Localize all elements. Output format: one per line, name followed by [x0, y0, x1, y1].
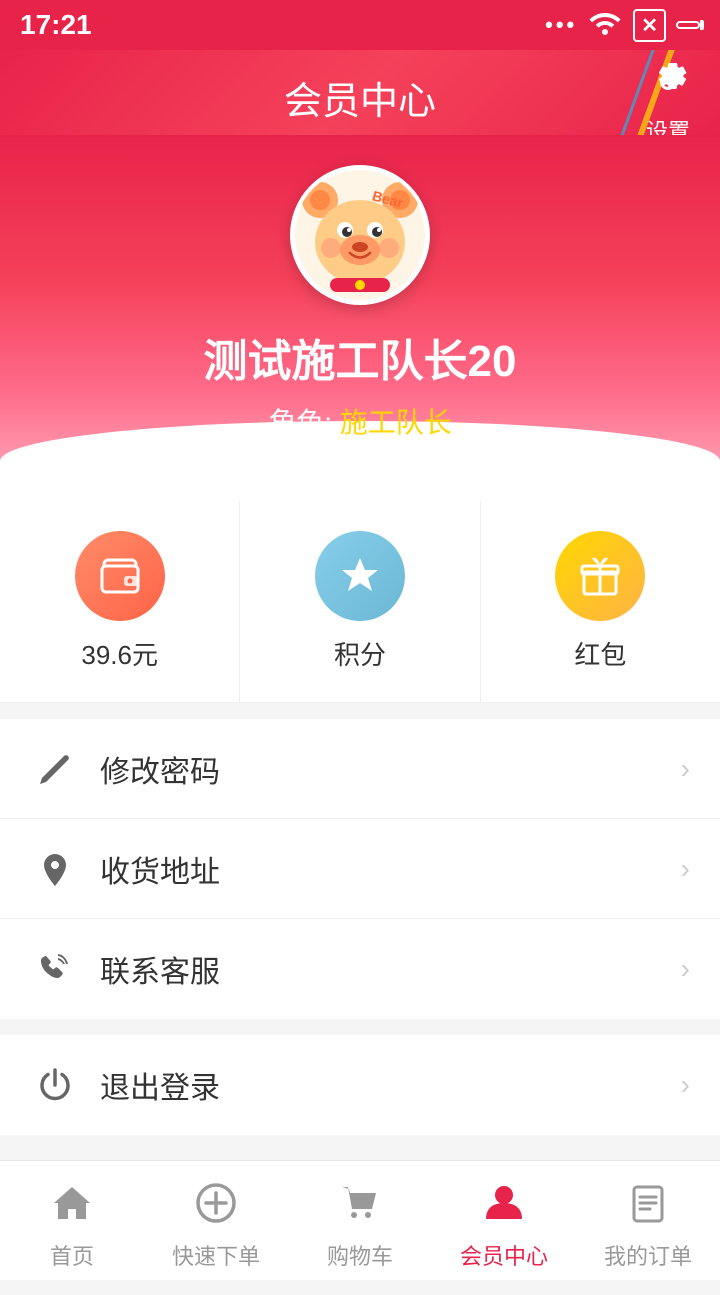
- role-value: 施工队长: [340, 407, 452, 438]
- phone-icon: [30, 950, 80, 988]
- stat-wallet[interactable]: 39.6元: [0, 501, 240, 702]
- arrow-icon: ›: [681, 753, 690, 785]
- arrow-icon: ›: [681, 953, 690, 985]
- header: 会员中心 设置: [0, 50, 720, 135]
- nav-item-cart[interactable]: 购物车: [288, 1161, 432, 1280]
- settings-label: 设置: [646, 114, 690, 135]
- edit-icon: [30, 750, 80, 788]
- x-icon: ✕: [633, 9, 666, 42]
- avatar: Bear: [290, 165, 430, 305]
- customer-service-label: 联系客服: [100, 947, 681, 991]
- wallet-value: 39.6元: [81, 635, 158, 672]
- settings-button[interactable]: 设置: [646, 60, 690, 135]
- avatar-image: Bear: [295, 170, 425, 300]
- nav-item-member[interactable]: 会员中心: [432, 1161, 576, 1280]
- change-password-label: 修改密码: [100, 747, 681, 791]
- status-bar: 17:21 ••• ✕: [0, 0, 720, 50]
- menu-item-shipping-address[interactable]: 收货地址 ›: [0, 819, 720, 919]
- cart-label: 购物车: [327, 1239, 393, 1271]
- gear-icon: [646, 60, 690, 112]
- points-label: 积分: [334, 635, 386, 672]
- star-icon: [315, 531, 405, 621]
- wallet-icon: [75, 531, 165, 621]
- location-icon: [30, 850, 80, 888]
- logout-section: 退出登录 ›: [0, 1035, 720, 1135]
- signal-icon: •••: [545, 12, 577, 38]
- arrow-icon: ›: [681, 1069, 690, 1101]
- menu-item-logout[interactable]: 退出登录 ›: [0, 1035, 720, 1135]
- shipping-address-label: 收货地址: [100, 847, 681, 891]
- member-icon: [482, 1181, 526, 1233]
- wifi-icon: [587, 9, 623, 42]
- nav-item-orders[interactable]: 我的订单: [576, 1161, 720, 1280]
- stat-points[interactable]: 积分: [240, 501, 480, 702]
- profile-area: Bear 测试施工队长20 角色: 施工队长: [0, 135, 720, 501]
- member-label: 会员中心: [460, 1239, 548, 1271]
- bottom-navigation: 首页 快速下单 购物车 会员中心: [0, 1160, 720, 1280]
- role-prefix: 角色:: [268, 407, 332, 438]
- stat-redpack[interactable]: 红包: [481, 501, 720, 702]
- arrow-icon: ›: [681, 853, 690, 885]
- stats-row: 39.6元 积分 红包: [0, 501, 720, 703]
- status-icons: ••• ✕: [545, 9, 700, 42]
- role-line: 角色: 施工队长: [268, 401, 452, 441]
- orders-icon: [626, 1181, 670, 1233]
- nav-item-quick-order[interactable]: 快速下单: [144, 1161, 288, 1280]
- nav-item-home[interactable]: 首页: [0, 1161, 144, 1280]
- menu-item-customer-service[interactable]: 联系客服 ›: [0, 919, 720, 1019]
- quick-order-icon: [194, 1181, 238, 1233]
- status-time: 17:21: [20, 9, 92, 41]
- orders-label: 我的订单: [604, 1239, 692, 1271]
- power-icon: [30, 1066, 80, 1104]
- page-title: 会员中心: [284, 70, 436, 125]
- quick-order-label: 快速下单: [172, 1239, 260, 1271]
- gift-icon: [555, 531, 645, 621]
- home-label: 首页: [50, 1239, 94, 1271]
- menu-item-change-password[interactable]: 修改密码 ›: [0, 719, 720, 819]
- header-top: 会员中心 设置: [20, 70, 700, 125]
- redpack-label: 红包: [574, 635, 626, 672]
- battery-icon: [676, 21, 700, 29]
- cart-icon: [338, 1181, 382, 1233]
- home-icon: [50, 1181, 94, 1233]
- menu-section: 修改密码 › 收货地址 › 联系客服 ›: [0, 719, 720, 1019]
- logout-label: 退出登录: [100, 1063, 681, 1107]
- username: 测试施工队长20: [204, 325, 517, 389]
